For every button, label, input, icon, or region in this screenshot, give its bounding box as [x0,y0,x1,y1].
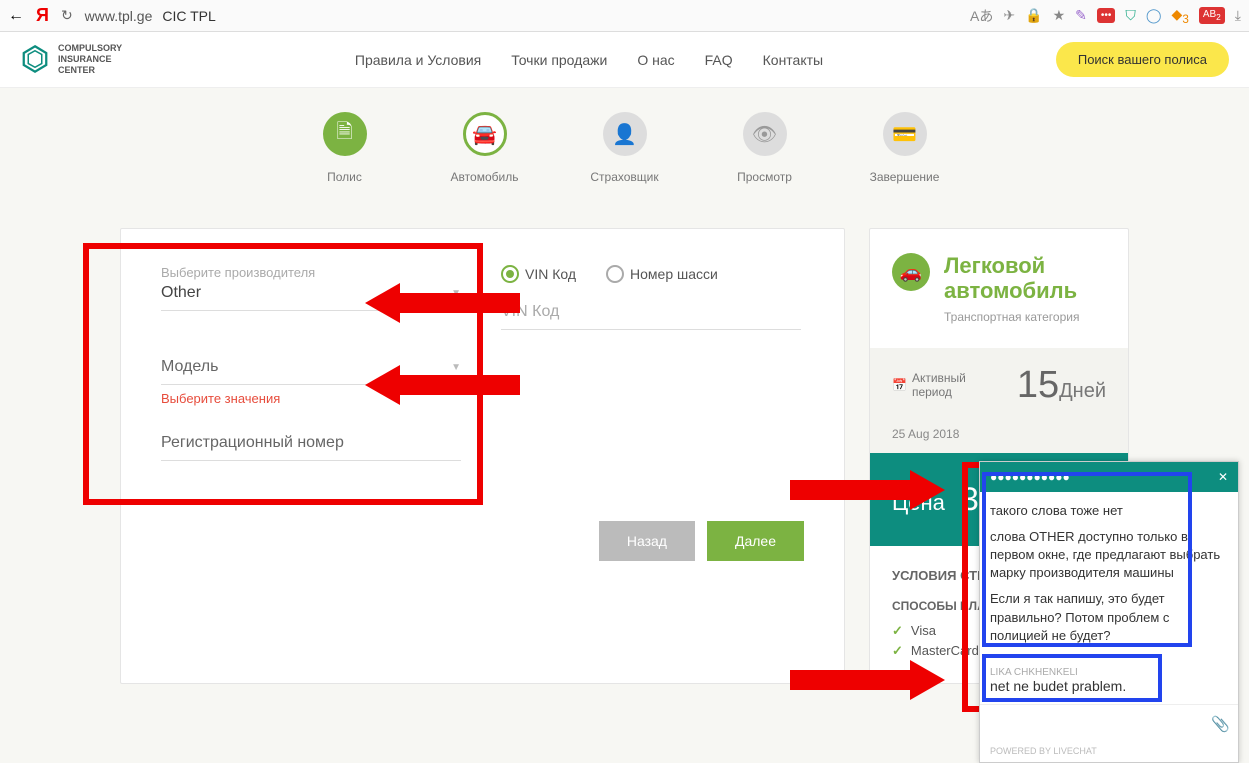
feather-icon[interactable]: ✎ [1075,7,1087,24]
shield-icon[interactable]: ⛉ [1125,7,1136,24]
period-box: 📅 Активный период 15 Дней [870,348,1128,423]
manufacturer-field[interactable]: Выберите производителя Other ▼ [161,265,461,311]
step-policy[interactable]: 🗎 Полис [275,112,415,184]
site-header: COMPULSORY INSURANCE CENTER Правила и Ус… [0,32,1249,88]
category-subtitle: Транспортная категория [944,310,1106,324]
person-icon: 👤 [603,112,647,156]
chat-agent-reply: net ne budet prablem. [980,678,1238,704]
address-bar[interactable]: www.tpl.ge CIC TPL [85,8,958,24]
lock-icon[interactable]: 🔒 [1025,7,1042,24]
chevron-down-icon: ▼ [451,288,461,299]
step-review[interactable]: 👁 Просмотр [695,112,835,184]
adblock-icon[interactable]: AB2 [1199,7,1225,24]
eye-icon: 👁 [743,112,787,156]
car-category-icon: 🚗 [892,253,930,291]
progress-stepper: 🗎 Полис 🚘 Автомобиль 👤 Страховщик 👁 Прос… [0,88,1249,208]
site-logo[interactable]: COMPULSORY INSURANCE CENTER [20,43,122,75]
document-icon: 🗎 [323,112,367,156]
category-title: Легковой автомобиль [944,253,1106,304]
manufacturer-select[interactable]: Other ▼ [161,284,461,311]
chat-agent-name: LIKA CHKHENKELI [980,663,1238,678]
main-nav: Правила и Условия Точки продажи О нас FA… [122,52,1056,68]
car-icon: 🚘 [463,112,507,156]
attach-icon[interactable]: 📎 [1211,715,1230,733]
manufacturer-label: Выберите производителя [161,265,461,280]
period-label: 📅 Активный период [892,371,1003,399]
step-insurer[interactable]: 👤 Страховщик [555,112,695,184]
ext-orange-icon[interactable]: ◆3 [1172,6,1189,26]
vin-input[interactable]: VIN Код [501,303,801,330]
calendar-icon: 📅 [892,378,907,392]
chat-input[interactable] [988,713,1211,735]
chat-msg-2: слова OTHER доступно только в первом окн… [990,528,1228,583]
step-car[interactable]: 🚘 Автомобиль [415,112,555,184]
nav-about[interactable]: О нас [637,52,674,68]
radio-unchecked-icon [606,265,624,283]
chat-input-area: 📎 [980,704,1238,743]
chat-title: ●●●●●●●●●●● [990,470,1070,484]
vin-field[interactable]: VIN Код [501,303,801,330]
model-field[interactable]: Модель ▼ Выберите значения [161,358,461,406]
model-select[interactable]: Модель ▼ [161,358,461,385]
registration-input[interactable]: Регистрационный номер [161,434,461,461]
translate-icon[interactable]: Аあ [970,6,993,26]
back-button[interactable]: Назад [599,521,695,561]
nav-contacts[interactable]: Контакты [763,52,823,68]
model-error: Выберите значения [161,391,461,406]
browser-toolbar: ← Я ↻ www.tpl.ge CIC TPL Аあ ✈ 🔒 ★ ✎ ••• … [0,0,1249,32]
chat-msg-1: такого слова тоже нет [990,502,1228,520]
ext-badge-red[interactable]: ••• [1097,8,1116,23]
url-text: www.tpl.ge [85,8,153,24]
refresh-icon[interactable]: ↻ [61,7,73,24]
period-value: 15 Дней [1017,364,1106,407]
logo-text: COMPULSORY INSURANCE CENTER [58,43,122,75]
search-policy-button[interactable]: Поиск вашего полиса [1056,42,1229,77]
bookmark-star-icon[interactable]: ★ [1053,7,1066,24]
hexagon-logo-icon [20,44,50,74]
card-icon: 💳 [883,112,927,156]
browser-back-button[interactable]: ← [8,7,24,25]
send-icon[interactable]: ✈ [1003,7,1015,24]
chat-msg-3: Если я так напишу, это будет правильно? … [990,590,1228,645]
page-title-text: CIC TPL [162,8,215,24]
nav-faq[interactable]: FAQ [705,52,733,68]
livechat-widget: ●●●●●●●●●●● ✕ такого слова тоже нет слов… [979,461,1239,763]
form-buttons: Назад Далее [161,521,804,561]
chat-header[interactable]: ●●●●●●●●●●● ✕ [980,462,1238,492]
browser-extension-icons: Аあ ✈ 🔒 ★ ✎ ••• ⛉ ◯ ◆3 AB2 ⤓ [970,6,1241,26]
period-date: 25 Aug 2018 [870,423,1128,453]
chevron-down-icon: ▼ [451,362,461,373]
yandex-logo-icon[interactable]: Я [36,5,49,26]
chat-close-icon[interactable]: ✕ [1218,470,1228,484]
next-button[interactable]: Далее [707,521,804,561]
drop-icon[interactable]: ◯ [1146,7,1162,24]
radio-checked-icon [501,265,519,283]
chat-messages[interactable]: такого слова тоже нет слова OTHER доступ… [980,492,1238,663]
radio-chassis[interactable]: Номер шасси [606,265,718,283]
nav-points[interactable]: Точки продажи [511,52,607,68]
step-complete[interactable]: 💳 Завершение [835,112,975,184]
radio-vin[interactable]: VIN Код [501,265,576,283]
nav-rules[interactable]: Правила и Условия [355,52,481,68]
category-box: 🚗 Легковой автомобиль Транспортная катег… [870,229,1128,348]
vehicle-form-card: VIN Код Номер шасси Выберите производите… [120,228,845,684]
registration-field[interactable]: Регистрационный номер [161,434,461,461]
download-icon[interactable]: ⤓ [1235,7,1241,24]
chat-footer: POWERED BY LIVECHAT [980,743,1238,762]
